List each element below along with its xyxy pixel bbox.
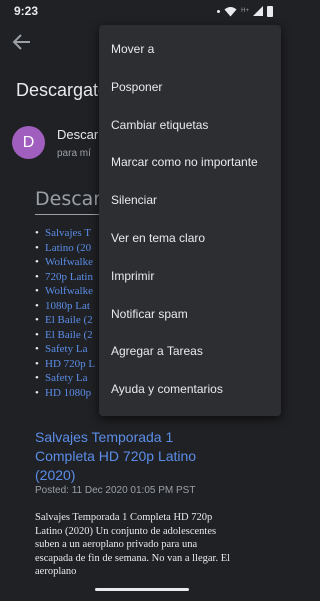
menu-item-snooze[interactable]: Posponer — [99, 69, 281, 107]
post-text: Salvajes Temporada 1 Completa HD 720p La… — [35, 512, 231, 577]
list-item[interactable]: HD 1080p — [35, 386, 95, 401]
list-item[interactable]: El Baile (2 — [35, 313, 95, 328]
signal-icon — [253, 6, 263, 16]
sender-name[interactable]: Descar — [57, 127, 98, 142]
menu-item-view-light-theme[interactable]: Ver en tema claro — [99, 220, 281, 258]
list-item[interactable]: Latino (20 — [35, 241, 95, 256]
link-list: Salvajes T Latino (20 Wolfwalke 720p Lat… — [35, 226, 95, 400]
list-item[interactable]: Safety La — [35, 342, 95, 357]
list-item[interactable]: Wolfwalke — [35, 255, 95, 270]
status-time: 9:23 — [14, 4, 39, 18]
overflow-menu: Mover a Posponer Cambiar etiquetas Marca… — [99, 25, 281, 416]
recipient-label[interactable]: para mí — [57, 148, 91, 159]
status-icons: H+ — [217, 5, 273, 17]
menu-item-mute[interactable]: Silenciar — [99, 182, 281, 220]
menu-item-add-to-tasks[interactable]: Agregar a Tareas — [99, 333, 281, 371]
wifi-icon — [224, 6, 237, 16]
list-item[interactable]: El Baile (2 — [35, 328, 95, 343]
list-item[interactable]: Wolfwalke — [35, 284, 95, 299]
list-item[interactable]: Safety La — [35, 371, 95, 386]
menu-item-mark-not-important[interactable]: Marcar como no importante — [99, 144, 281, 182]
battery-icon — [267, 5, 273, 17]
list-item[interactable]: 720p Latin — [35, 270, 95, 285]
notification-dot-icon — [217, 9, 221, 13]
arrow-left-icon[interactable] — [10, 32, 34, 52]
list-item[interactable]: HD 720p L — [35, 357, 95, 372]
network-type-label: H+ — [241, 8, 249, 14]
menu-item-help-feedback[interactable]: Ayuda y comentarios — [99, 371, 281, 409]
menu-item-move-to[interactable]: Mover a — [99, 31, 281, 69]
avatar[interactable]: D — [12, 126, 45, 159]
menu-item-change-labels[interactable]: Cambiar etiquetas — [99, 107, 281, 145]
status-bar: 9:23 H+ — [0, 0, 285, 22]
menu-item-print[interactable]: Imprimir — [99, 258, 281, 296]
post-date: Posted: 11 Dec 2020 01:05 PM PST — [35, 485, 196, 496]
menu-item-report-spam[interactable]: Notificar spam — [99, 296, 281, 334]
email-subject: Descargate — [16, 80, 109, 100]
list-item[interactable]: Salvajes T — [35, 226, 95, 241]
post-title-link[interactable]: Salvajes Temporada 1 Completa HD 720p La… — [35, 428, 225, 485]
gesture-nav-handle[interactable] — [95, 588, 189, 591]
list-item[interactable]: 1080p Lat — [35, 299, 95, 314]
